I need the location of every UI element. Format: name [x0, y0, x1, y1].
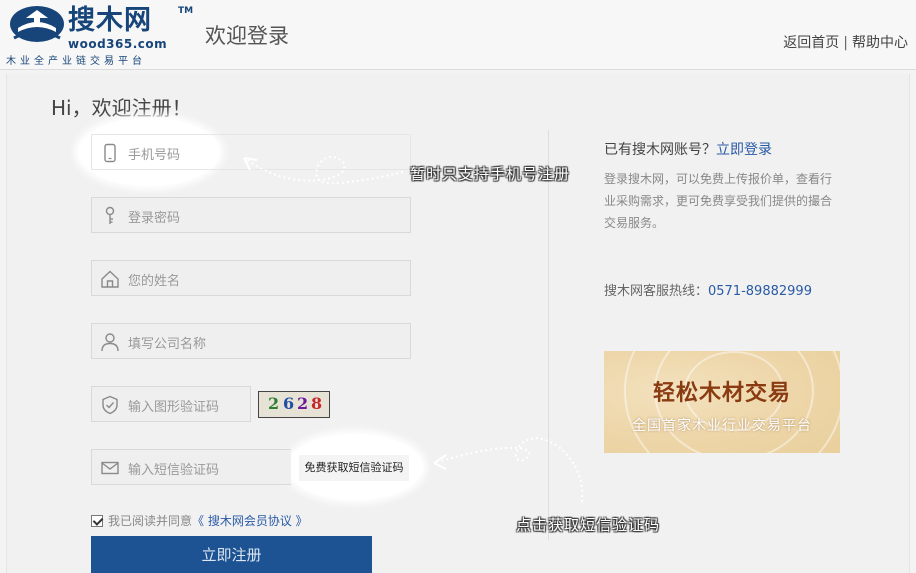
phone-only-note: 暂时只支持手机号注册: [410, 165, 571, 183]
sms-arrowhead: [433, 454, 447, 470]
sms-code-note: 点击获取短信验证码: [516, 516, 661, 534]
sms-note-arrow: [433, 437, 584, 503]
phone-arrowhead: [243, 157, 258, 171]
annotation-arrows: [243, 155, 584, 503]
phone-note-arrow: [243, 155, 404, 185]
